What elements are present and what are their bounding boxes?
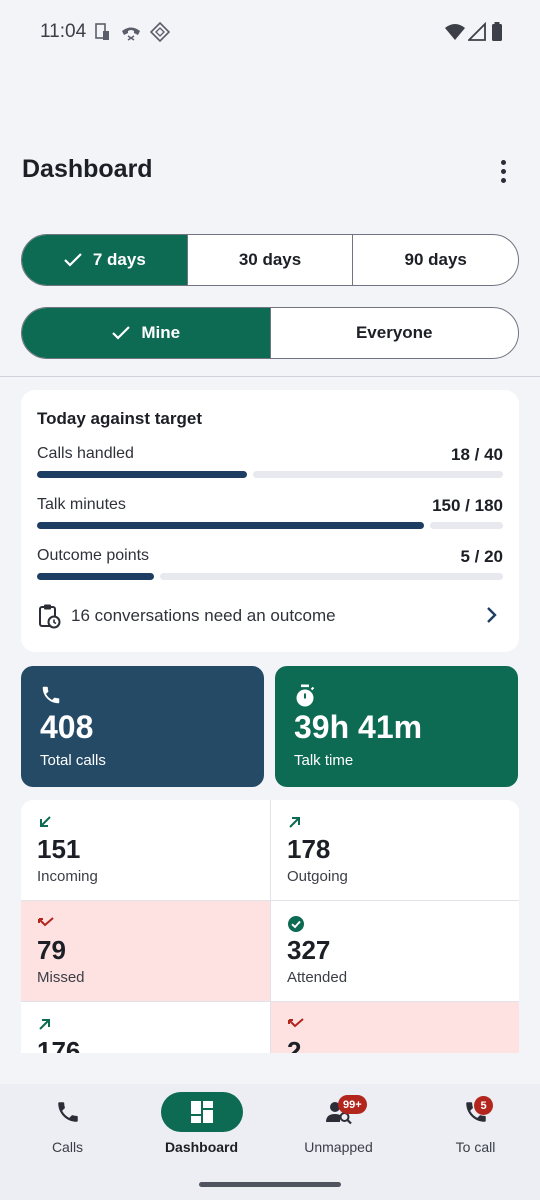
phone-icon: [57, 1102, 78, 1122]
period-option-label: 7 days: [92, 250, 146, 269]
stat-incoming[interactable]: 151 Incoming: [21, 800, 270, 901]
to-call-badge: 5: [474, 1096, 493, 1115]
arrow-outgoing-icon: [39, 1019, 50, 1030]
nav-icon-container: [435, 1092, 517, 1132]
clipboard-clock-icon: [39, 604, 61, 629]
total-calls-label: Total calls: [40, 752, 106, 769]
period-30-days-button[interactable]: 30 days: [186, 235, 353, 285]
status-time: 11:04: [40, 21, 87, 42]
unmapped-badge: 99+: [338, 1095, 367, 1114]
talk-time-label: Talk time: [294, 752, 354, 769]
nav-item-to-call[interactable]: 5 To call: [408, 1084, 540, 1164]
stat-label: Outgoing: [287, 868, 348, 885]
check-icon: [64, 253, 82, 267]
progress-remaining: [160, 573, 503, 580]
period-option-label: 30 days: [238, 250, 302, 269]
nav-icon-container: [27, 1092, 109, 1132]
total-calls-value: 408: [40, 709, 94, 745]
home-indicator[interactable]: [199, 1182, 341, 1187]
stopwatch-icon: [296, 684, 315, 707]
nav-item-calls[interactable]: Calls: [0, 1084, 135, 1164]
page-title: Dashboard: [22, 155, 153, 183]
scope-option-label: Mine: [141, 323, 181, 342]
scope-filter: Mine Everyone: [21, 307, 519, 359]
divider: [0, 376, 540, 377]
wifi-icon: [445, 24, 465, 40]
progress-bar: [37, 573, 503, 580]
nav-label: Dashboard: [164, 1139, 239, 1155]
period-option-label: 90 days: [404, 250, 467, 269]
outcome-prompt-text: 16 conversations need an outcome: [71, 606, 336, 625]
progress-bar: [37, 522, 503, 529]
nav-label: To call: [455, 1139, 496, 1155]
data-saver-icon: [150, 22, 170, 42]
nav-item-unmapped[interactable]: 99+ Unmapped: [271, 1084, 406, 1164]
period-filter: 7 days 30 days 90 days: [21, 234, 519, 286]
missed-call-icon: [288, 1018, 304, 1028]
metric-label: Talk minutes: [37, 496, 126, 513]
target-card: Today against target Calls handled 18 / …: [21, 390, 519, 652]
stat-label: Missed: [37, 969, 85, 986]
nav-label: Calls: [51, 1139, 84, 1155]
signal-icon: [468, 22, 486, 41]
stat-outgoing-extra[interactable]: 176: [21, 1002, 270, 1053]
metric-label: Calls handled: [37, 445, 134, 462]
scope-everyone-button[interactable]: Everyone: [269, 308, 519, 358]
metric-talk-minutes: Talk minutes 150 / 180: [37, 496, 503, 532]
stat-value: 2: [287, 1036, 302, 1053]
metric-calls-handled: Calls handled 18 / 40: [37, 445, 503, 481]
stats-grid: 151 Incoming 178 Outgoing 79 Missed 327 …: [21, 800, 519, 1053]
target-card-title: Today against target: [37, 409, 202, 428]
stat-outgoing[interactable]: 178 Outgoing: [270, 800, 519, 901]
progress-fill: [37, 573, 154, 580]
stat-missed-extra[interactable]: 2: [270, 1002, 519, 1053]
more-vert-icon[interactable]: [488, 155, 518, 187]
outcome-prompt-link[interactable]: 16 conversations need an outcome: [37, 602, 503, 630]
check-icon: [112, 326, 131, 340]
progress-fill: [37, 522, 424, 529]
chevron-right-icon: [487, 607, 497, 623]
stat-label: Attended: [287, 969, 348, 986]
progress-bar: [37, 471, 503, 478]
scope-option-label: Everyone: [355, 323, 433, 342]
progress-remaining: [253, 471, 503, 478]
phone-icon: [42, 686, 60, 704]
stat-value: 176: [37, 1036, 81, 1053]
stat-value: 151: [37, 834, 81, 864]
arrow-incoming-icon: [40, 816, 51, 827]
scope-mine-button[interactable]: Mine: [22, 308, 270, 358]
progress-remaining: [430, 522, 503, 529]
progress-fill: [37, 471, 247, 478]
nav-label: Unmapped: [304, 1139, 373, 1155]
stat-value: 79: [37, 935, 66, 965]
metric-outcome-points: Outcome points 5 / 20: [37, 547, 503, 583]
dashboard-icon: [190, 1101, 213, 1123]
nav-icon-container: [298, 1092, 380, 1132]
metric-label: Outcome points: [37, 547, 150, 564]
call-end-icon: [122, 27, 140, 41]
status-bar: 11:04: [0, 0, 540, 64]
battery-icon: [492, 22, 502, 41]
period-7-days-button[interactable]: 7 days: [22, 235, 187, 285]
stat-value: 178: [287, 834, 331, 864]
stat-missed[interactable]: 79 Missed: [21, 901, 270, 1002]
metric-value: 150 / 180: [432, 496, 503, 515]
sim-icon: [95, 23, 109, 40]
talk-time-card[interactable]: 39h 41m Talk time: [275, 666, 518, 787]
missed-call-icon: [38, 917, 54, 927]
nav-item-dashboard[interactable]: Dashboard: [134, 1084, 269, 1164]
metric-value: 18 / 40: [451, 445, 503, 464]
arrow-outgoing-icon: [289, 817, 300, 828]
check-circle-icon: [288, 916, 304, 932]
metric-value: 5 / 20: [460, 547, 503, 566]
stat-attended[interactable]: 327 Attended: [270, 901, 519, 1002]
bottom-nav: Calls Dashboard 99+ Unmapped 5 To call: [0, 1084, 540, 1200]
total-calls-card[interactable]: 408 Total calls: [21, 666, 264, 787]
stat-value: 327: [287, 935, 331, 965]
stat-label: Incoming: [37, 868, 98, 885]
nav-icon-container: [160, 1092, 243, 1132]
talk-time-value: 39h 41m: [294, 709, 423, 745]
period-90-days-button[interactable]: 90 days: [352, 235, 518, 285]
